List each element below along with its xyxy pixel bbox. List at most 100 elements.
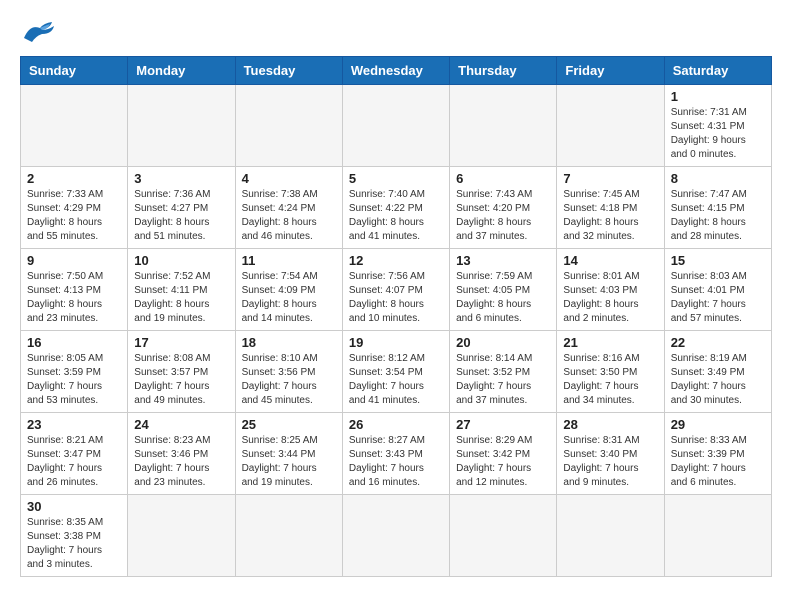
- calendar-cell-15: 10Sunrise: 7:52 AM Sunset: 4:11 PM Dayli…: [128, 249, 235, 331]
- day-info: Sunrise: 7:47 AM Sunset: 4:15 PM Dayligh…: [671, 188, 765, 244]
- day-info: Sunrise: 8:12 AM Sunset: 3:54 PM Dayligh…: [349, 352, 443, 408]
- logo: [20, 20, 58, 46]
- calendar-cell-19: 14 Sunrise: 8:01 AM Sunset: 4:03 PM Dayli…: [557, 249, 664, 331]
- day-info: Sunrise: 8:33 AM Sunset: 3:39 PM Dayligh…: [671, 434, 765, 490]
- calendar-cell-4: [450, 85, 557, 167]
- calendar-cell-29: 24 Sunrise: 8:23 AM Sunset: 3:46 PM Dayli…: [128, 413, 235, 495]
- calendar-cell-34: 29 Sunrise: 8:33 AM Sunset: 3:39 PM Dayli…: [664, 413, 771, 495]
- calendar-cell-23: 18 Sunrise: 8:10 AM Sunset: 3:56 PM Dayli…: [235, 331, 342, 413]
- calendar-cell-17: 12 Sunrise: 7:56 AM Sunset: 4:07 PM Dayli…: [342, 249, 449, 331]
- calendar-cell-16: 11 Sunrise: 7:54 AM Sunset: 4:09 PM Dayli…: [235, 249, 342, 331]
- page-header: [20, 20, 772, 46]
- day-number: 24: [134, 417, 228, 432]
- weekday-header-wednesday: Wednesday: [342, 57, 449, 85]
- day-info: Sunrise: 8:27 AM Sunset: 3:43 PM Dayligh…: [349, 434, 443, 490]
- calendar-cell-32: 27 Sunrise: 8:29 AM Sunset: 3:42 PM Dayli…: [450, 413, 557, 495]
- day-number: 3: [134, 171, 228, 186]
- calendar-row-3: 16Sunrise: 8:05 AM Sunset: 3:59 PM Dayli…: [21, 331, 772, 413]
- day-number: 14: [563, 253, 657, 268]
- day-number: 4: [242, 171, 336, 186]
- day-info: Sunrise: 7:45 AM Sunset: 4:18 PM Dayligh…: [563, 188, 657, 244]
- weekday-header-monday: Monday: [128, 57, 235, 85]
- calendar-cell-35: 30Sunrise: 8:35 AM Sunset: 3:38 PM Dayli…: [21, 495, 128, 577]
- calendar-row-5: 30Sunrise: 8:35 AM Sunset: 3:38 PM Dayli…: [21, 495, 772, 577]
- day-info: Sunrise: 8:14 AM Sunset: 3:52 PM Dayligh…: [456, 352, 550, 408]
- day-number: 5: [349, 171, 443, 186]
- day-info: Sunrise: 7:33 AM Sunset: 4:29 PM Dayligh…: [27, 188, 121, 244]
- calendar-cell-20: 15 Sunrise: 8:03 AM Sunset: 4:01 PM Dayli…: [664, 249, 771, 331]
- day-info: Sunrise: 7:40 AM Sunset: 4:22 PM Dayligh…: [349, 188, 443, 244]
- day-number: 29: [671, 417, 765, 432]
- calendar-cell-37: [235, 495, 342, 577]
- calendar-cell-30: 25 Sunrise: 8:25 AM Sunset: 3:44 PM Dayli…: [235, 413, 342, 495]
- calendar-cell-31: 26 Sunrise: 8:27 AM Sunset: 3:43 PM Dayli…: [342, 413, 449, 495]
- day-number: 23: [27, 417, 121, 432]
- calendar-cell-27: 22Sunrise: 8:19 AM Sunset: 3:49 PM Dayli…: [664, 331, 771, 413]
- day-info: Sunrise: 7:59 AM Sunset: 4:05 PM Dayligh…: [456, 270, 550, 326]
- calendar-row-2: 9Sunrise: 7:50 AM Sunset: 4:13 PM Daylig…: [21, 249, 772, 331]
- calendar-cell-40: [557, 495, 664, 577]
- day-number: 16: [27, 335, 121, 350]
- calendar-cell-33: 28 Sunrise: 8:31 AM Sunset: 3:40 PM Dayli…: [557, 413, 664, 495]
- day-info: Sunrise: 7:50 AM Sunset: 4:13 PM Dayligh…: [27, 270, 121, 326]
- calendar-cell-11: 6Sunrise: 7:43 AM Sunset: 4:20 PM Daylig…: [450, 167, 557, 249]
- day-info: Sunrise: 8:03 AM Sunset: 4:01 PM Dayligh…: [671, 270, 765, 326]
- day-info: Sunrise: 8:19 AM Sunset: 3:49 PM Dayligh…: [671, 352, 765, 408]
- day-info: Sunrise: 7:56 AM Sunset: 4:07 PM Dayligh…: [349, 270, 443, 326]
- day-info: Sunrise: 7:52 AM Sunset: 4:11 PM Dayligh…: [134, 270, 228, 326]
- day-info: Sunrise: 8:10 AM Sunset: 3:56 PM Dayligh…: [242, 352, 336, 408]
- calendar-row-4: 23 Sunrise: 8:21 AM Sunset: 3:47 PM Dayli…: [21, 413, 772, 495]
- calendar-table: SundayMondayTuesdayWednesdayThursdayFrid…: [20, 56, 772, 577]
- day-number: 28: [563, 417, 657, 432]
- calendar-cell-8: 3 Sunrise: 7:36 AM Sunset: 4:27 PM Daylig…: [128, 167, 235, 249]
- day-info: Sunrise: 8:23 AM Sunset: 3:46 PM Dayligh…: [134, 434, 228, 490]
- calendar-cell-36: [128, 495, 235, 577]
- day-info: Sunrise: 8:01 AM Sunset: 4:03 PM Dayligh…: [563, 270, 657, 326]
- day-number: 26: [349, 417, 443, 432]
- weekday-header-sunday: Sunday: [21, 57, 128, 85]
- day-number: 15: [671, 253, 765, 268]
- calendar-cell-21: 16Sunrise: 8:05 AM Sunset: 3:59 PM Dayli…: [21, 331, 128, 413]
- calendar-cell-18: 13Sunrise: 7:59 AM Sunset: 4:05 PM Dayli…: [450, 249, 557, 331]
- day-info: Sunrise: 8:29 AM Sunset: 3:42 PM Dayligh…: [456, 434, 550, 490]
- day-number: 2: [27, 171, 121, 186]
- weekday-header-tuesday: Tuesday: [235, 57, 342, 85]
- weekday-header-row: SundayMondayTuesdayWednesdayThursdayFrid…: [21, 57, 772, 85]
- calendar-cell-1: [128, 85, 235, 167]
- day-number: 17: [134, 335, 228, 350]
- calendar-cell-6: 1 Sunrise: 7:31 AM Sunset: 4:31 PM Daylig…: [664, 85, 771, 167]
- calendar-row-1: 2 Sunrise: 7:33 AM Sunset: 4:29 PM Daylig…: [21, 167, 772, 249]
- day-info: Sunrise: 7:54 AM Sunset: 4:09 PM Dayligh…: [242, 270, 336, 326]
- weekday-header-thursday: Thursday: [450, 57, 557, 85]
- calendar-cell-2: [235, 85, 342, 167]
- day-info: Sunrise: 7:36 AM Sunset: 4:27 PM Dayligh…: [134, 188, 228, 244]
- calendar-cell-39: [450, 495, 557, 577]
- day-number: 19: [349, 335, 443, 350]
- day-number: 27: [456, 417, 550, 432]
- day-info: Sunrise: 8:21 AM Sunset: 3:47 PM Dayligh…: [27, 434, 121, 490]
- day-info: Sunrise: 8:35 AM Sunset: 3:38 PM Dayligh…: [27, 516, 121, 572]
- calendar-cell-28: 23 Sunrise: 8:21 AM Sunset: 3:47 PM Dayli…: [21, 413, 128, 495]
- day-info: Sunrise: 8:25 AM Sunset: 3:44 PM Dayligh…: [242, 434, 336, 490]
- day-info: Sunrise: 8:16 AM Sunset: 3:50 PM Dayligh…: [563, 352, 657, 408]
- day-number: 1: [671, 89, 765, 104]
- logo-bird-icon: [22, 20, 58, 42]
- day-number: 25: [242, 417, 336, 432]
- calendar-cell-38: [342, 495, 449, 577]
- day-number: 21: [563, 335, 657, 350]
- day-info: Sunrise: 7:31 AM Sunset: 4:31 PM Dayligh…: [671, 106, 765, 162]
- calendar-cell-9: 4Sunrise: 7:38 AM Sunset: 4:24 PM Daylig…: [235, 167, 342, 249]
- calendar-cell-14: 9Sunrise: 7:50 AM Sunset: 4:13 PM Daylig…: [21, 249, 128, 331]
- day-info: Sunrise: 8:31 AM Sunset: 3:40 PM Dayligh…: [563, 434, 657, 490]
- day-number: 11: [242, 253, 336, 268]
- day-number: 7: [563, 171, 657, 186]
- day-number: 12: [349, 253, 443, 268]
- calendar-cell-13: 8Sunrise: 7:47 AM Sunset: 4:15 PM Daylig…: [664, 167, 771, 249]
- day-number: 20: [456, 335, 550, 350]
- day-number: 18: [242, 335, 336, 350]
- calendar-cell-24: 19 Sunrise: 8:12 AM Sunset: 3:54 PM Dayli…: [342, 331, 449, 413]
- calendar-cell-12: 7 Sunrise: 7:45 AM Sunset: 4:18 PM Daylig…: [557, 167, 664, 249]
- calendar-cell-26: 21 Sunrise: 8:16 AM Sunset: 3:50 PM Dayli…: [557, 331, 664, 413]
- weekday-header-saturday: Saturday: [664, 57, 771, 85]
- calendar-cell-5: [557, 85, 664, 167]
